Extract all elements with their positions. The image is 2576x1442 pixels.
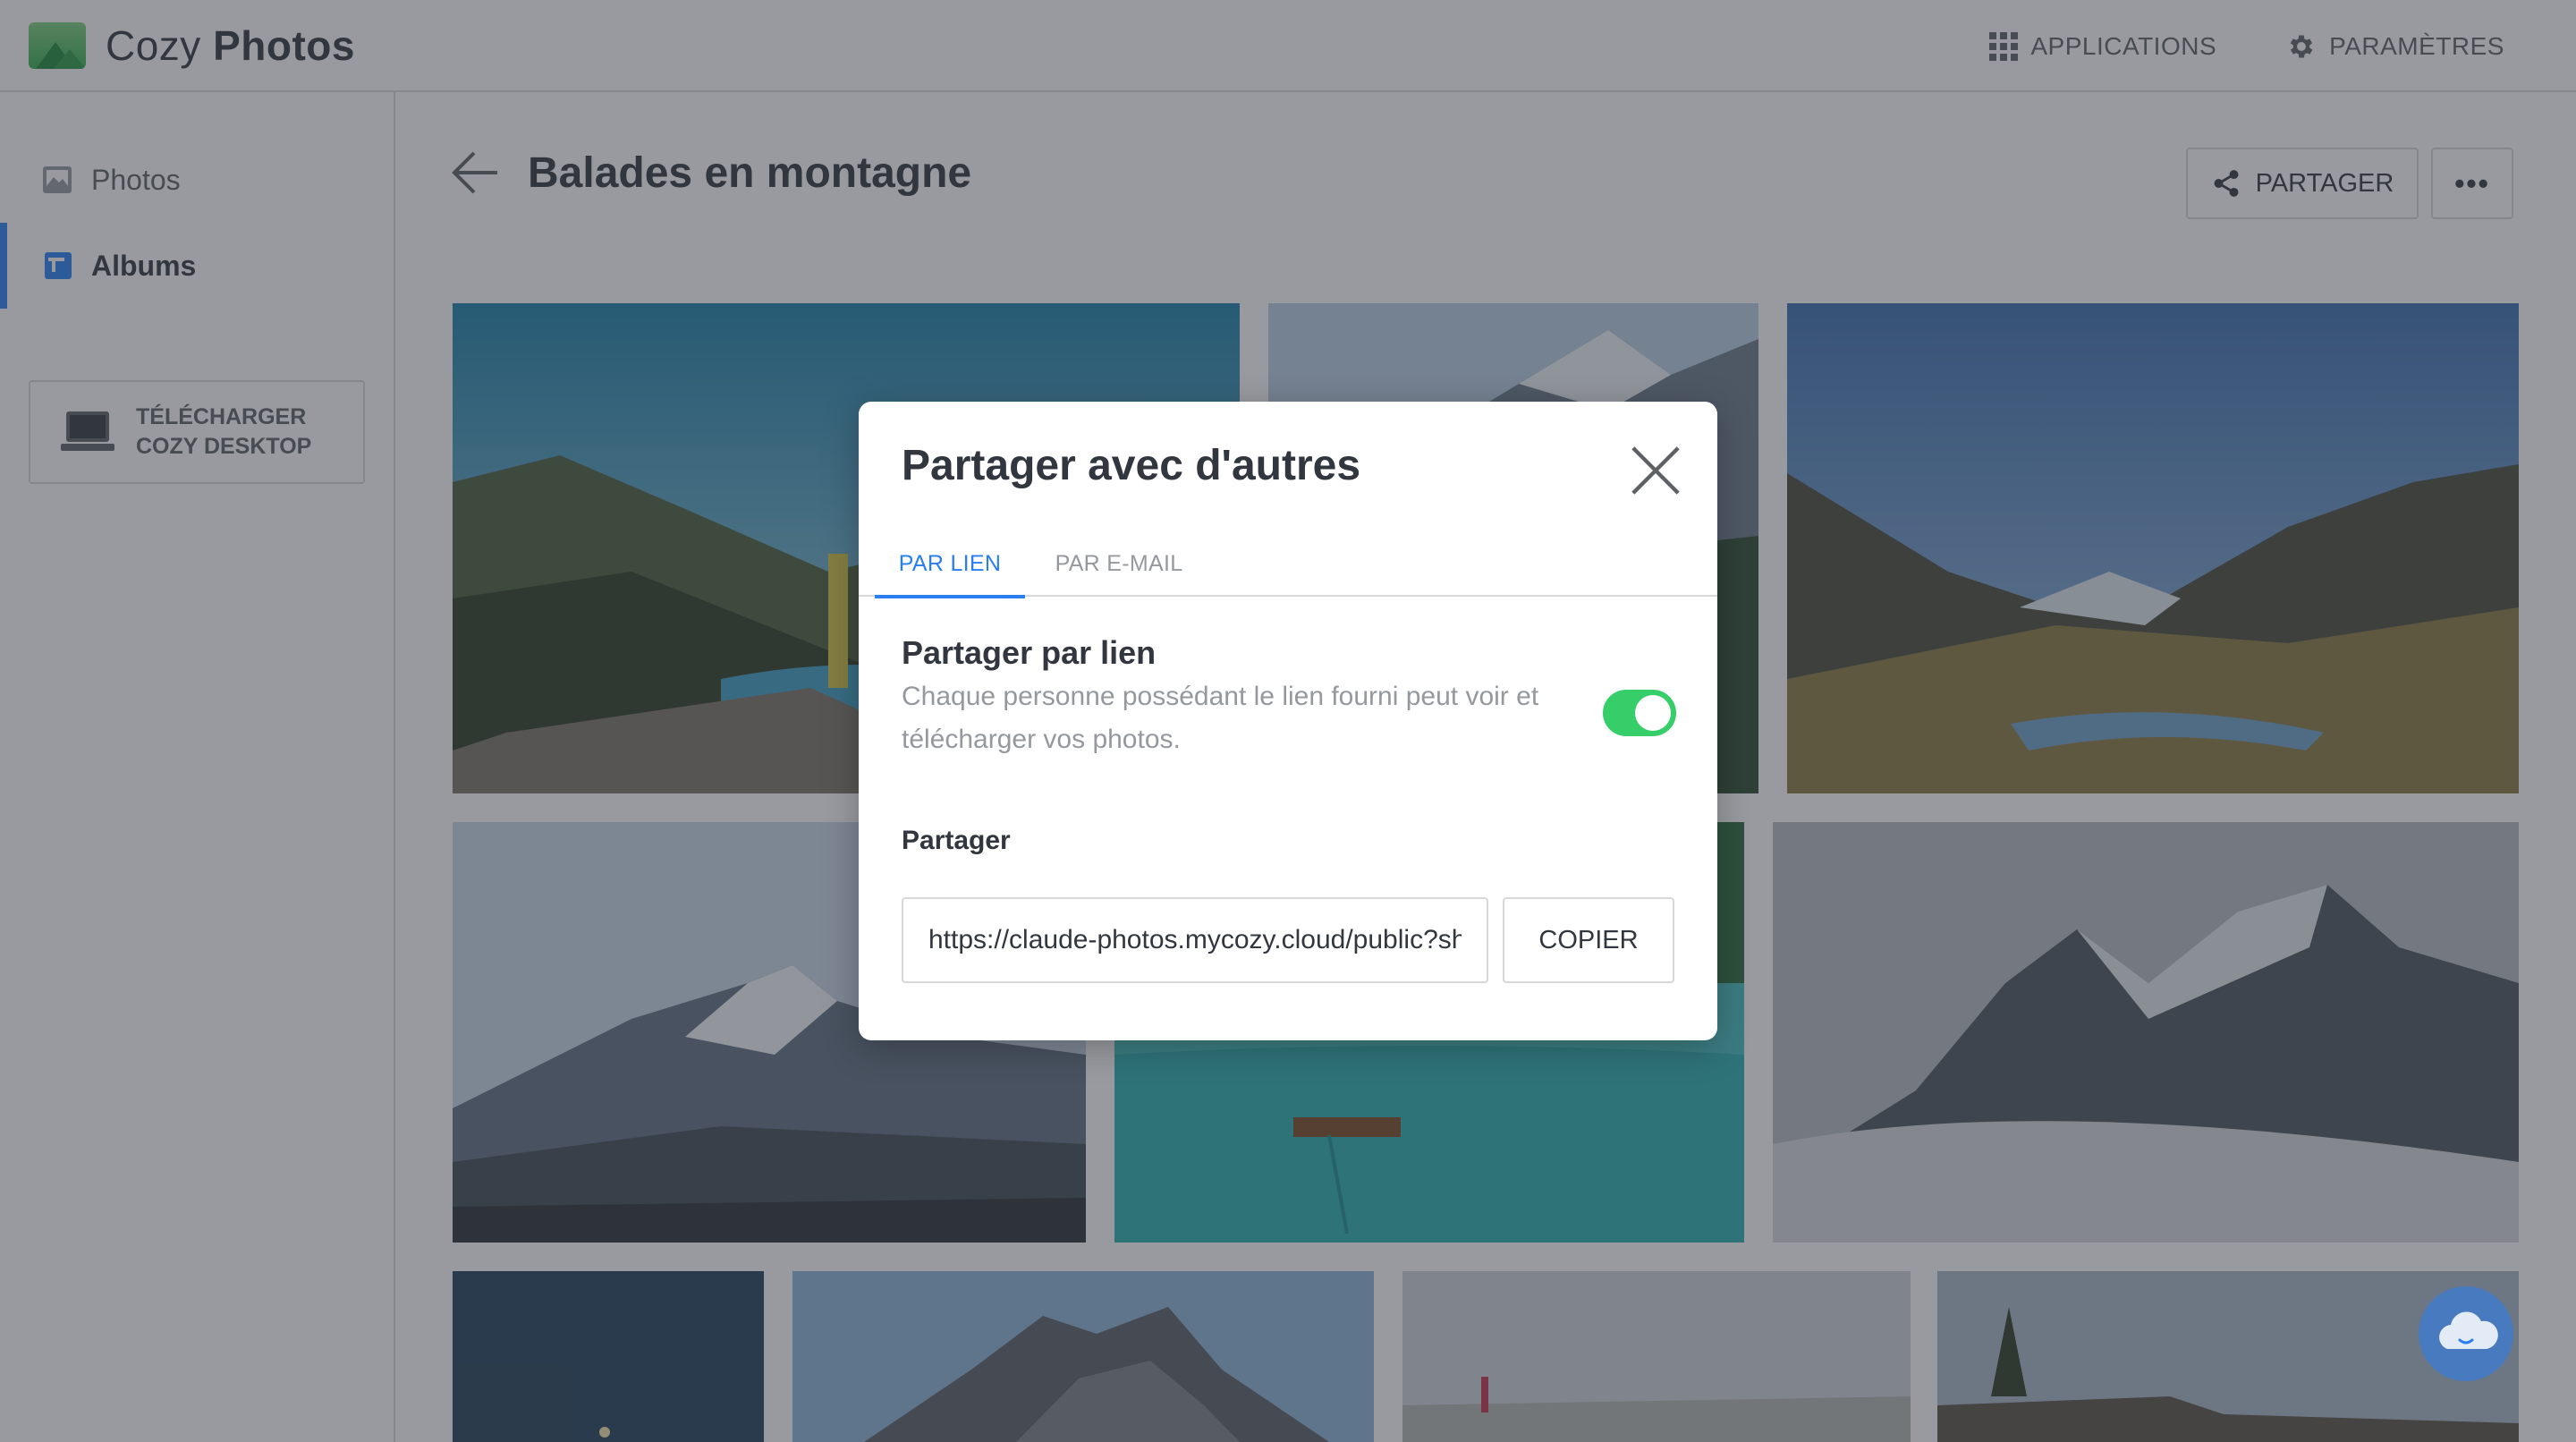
cozy-assistant-button[interactable] bbox=[2419, 1286, 2513, 1381]
share-tabs: PAR LIEN PAR E-MAIL bbox=[859, 530, 1717, 598]
copy-button[interactable]: COPIER bbox=[1503, 897, 1674, 983]
share-link-toggle[interactable] bbox=[1603, 690, 1676, 736]
cloud-icon bbox=[2439, 1311, 2498, 1349]
share-link-label: Partager bbox=[902, 826, 1011, 855]
close-icon[interactable] bbox=[1628, 443, 1683, 498]
link-section-description: Chaque personne possédant le lien fourni… bbox=[902, 682, 1539, 754]
link-section-title: Partager par lien bbox=[902, 634, 1157, 671]
share-modal: Partager avec d'autres PAR LIEN PAR E-MA… bbox=[859, 402, 1717, 1040]
tab-par-email[interactable]: PAR E-MAIL bbox=[1043, 530, 1195, 597]
modal-title: Partager avec d'autres bbox=[902, 442, 1361, 489]
share-link-input[interactable] bbox=[902, 897, 1488, 983]
tab-par-lien[interactable]: PAR LIEN bbox=[875, 530, 1025, 598]
